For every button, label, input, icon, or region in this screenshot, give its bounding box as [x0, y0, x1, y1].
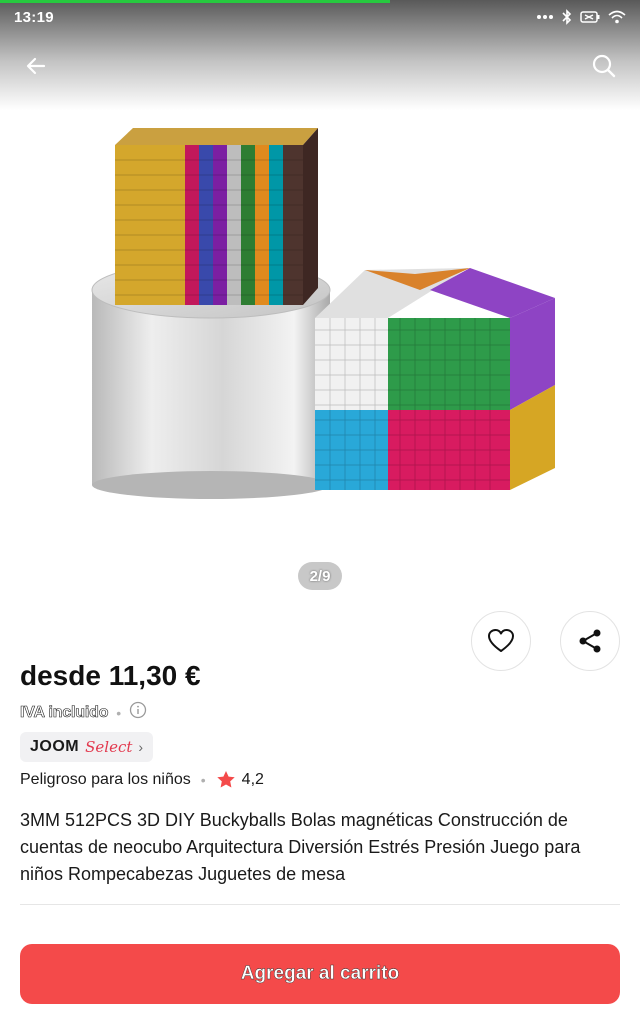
vat-label: IVA incluido — [20, 703, 109, 721]
share-icon — [579, 629, 601, 653]
status-icons — [536, 9, 626, 25]
search-icon — [592, 54, 616, 78]
separator-dot: • — [200, 771, 206, 788]
select-label: Select — [85, 738, 133, 756]
star-icon — [216, 771, 235, 788]
rating[interactable]: 4,2 — [216, 770, 264, 789]
stacked-cube — [115, 128, 318, 305]
top-progress-bar — [0, 0, 390, 3]
vat-row: IVA incluido • — [20, 701, 147, 724]
product-info-row: Peligroso para los niños • 4,2 — [20, 770, 264, 789]
favorite-button[interactable] — [471, 611, 531, 671]
battery-icon — [580, 10, 600, 24]
share-button[interactable] — [560, 611, 620, 671]
separator-dot: • — [116, 704, 122, 721]
heart-icon — [488, 629, 514, 652]
big-cube — [315, 268, 555, 490]
product-image — [91, 128, 555, 499]
chevron-right-icon: › — [138, 739, 144, 755]
bluetooth-icon — [562, 9, 572, 25]
product-title: 3MM 512PCS 3D DIY Buckyballs Bolas magné… — [20, 810, 581, 884]
more-dots-icon — [536, 14, 554, 20]
product-image-gallery[interactable] — [0, 100, 640, 600]
arrow-left-icon — [26, 57, 46, 75]
info-icon[interactable] — [129, 701, 147, 724]
warning-text: Peligroso para los niños — [20, 770, 191, 788]
search-button[interactable] — [584, 46, 624, 86]
joom-select-badge[interactable]: JOOM Select › — [20, 732, 154, 762]
wifi-icon — [608, 10, 626, 24]
add-to-cart-button[interactable]: Agregar al carrito — [20, 944, 620, 1004]
status-time: 13:19 — [14, 8, 54, 26]
app-bar — [0, 42, 640, 90]
back-button[interactable] — [16, 46, 56, 86]
rating-value: 4,2 — [241, 770, 264, 788]
divider — [20, 904, 620, 905]
image-counter: 2/9 — [298, 562, 342, 590]
product-price: desde 11,30 € — [20, 660, 201, 691]
status-bar: 13:19 — [0, 4, 640, 30]
joom-brand: JOOM — [30, 738, 80, 755]
